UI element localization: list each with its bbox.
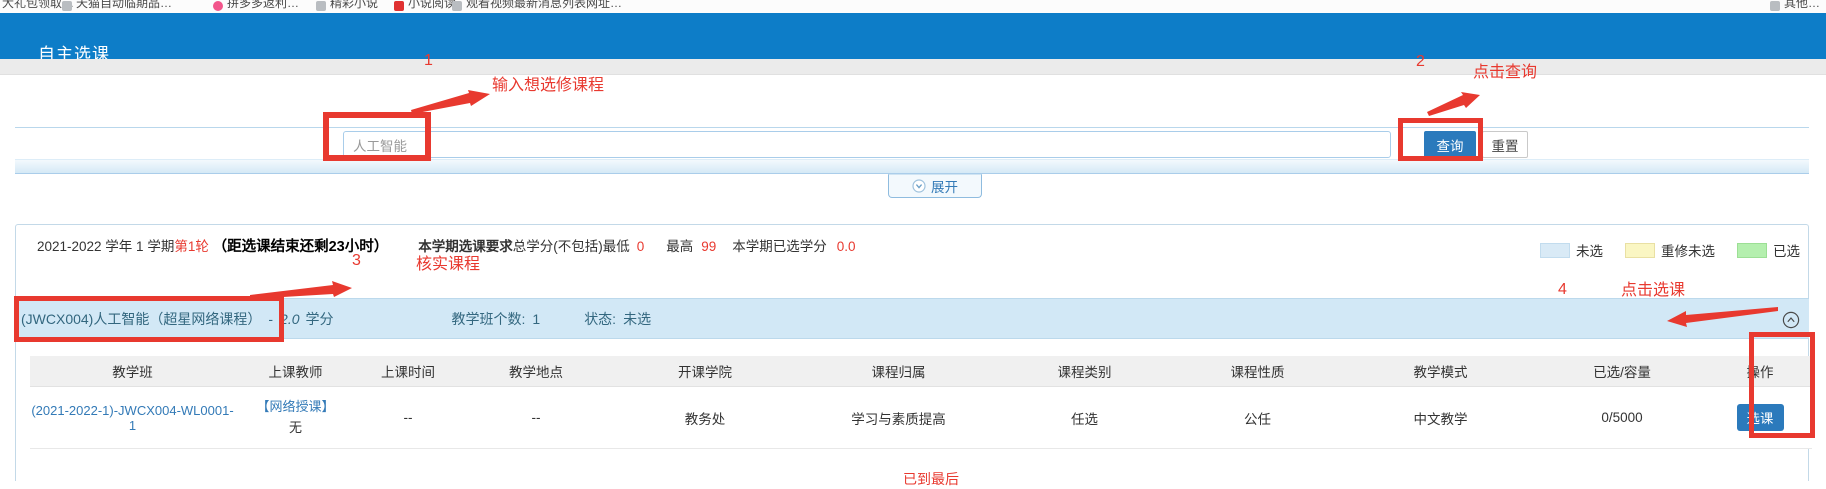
bookmark-favicon-icon [62, 1, 72, 11]
course-nature-cell: 公任 [1170, 408, 1345, 428]
col-header: 教学地点 [460, 361, 612, 381]
table-row: (2021-2022-1)-JWCX004-WL0001-1 【网络授课】 无 … [30, 387, 1812, 449]
annotation-rect-input [323, 112, 431, 161]
legend-selected-label: 已选 [1773, 240, 1800, 260]
col-header: 教学班 [30, 361, 235, 381]
col-header: 已选/容量 [1536, 361, 1708, 381]
bookmark-item[interactable]: 观看视频最新消息列表网址… [466, 0, 622, 11]
max-credit-label: 最高 [666, 239, 693, 254]
class-count-value: 1 [532, 311, 540, 327]
college-cell: 教务处 [612, 408, 798, 428]
course-status-label: 状态: [584, 309, 616, 329]
deadline-text: （距选课结束还剩23小时） [213, 239, 389, 255]
annotation-arrow-1 [411, 90, 490, 114]
legend-selected-swatch [1737, 243, 1767, 258]
course-belong-cell: 学习与素质提高 [798, 408, 999, 428]
class-place-cell: -- [460, 410, 612, 425]
bookmark-favicon-icon [316, 1, 326, 11]
col-header: 开课学院 [612, 361, 798, 381]
teach-mode-cell: 中文教学 [1345, 408, 1536, 428]
bookmark-favicon-icon [452, 1, 462, 11]
annotation-label: 点击查询 [1473, 58, 1537, 82]
course-search-input[interactable] [343, 131, 1391, 158]
chevron-down-circle-icon [912, 179, 926, 193]
course-category-cell: 任选 [999, 408, 1170, 428]
bookmark-item[interactable]: 精彩小说 [330, 0, 378, 11]
expand-toggle[interactable]: 展开 [888, 174, 982, 198]
annotation-label: 输入想选修课程 [492, 71, 604, 95]
annotation-step-number: 3 [352, 252, 361, 270]
annotation-arrow-2 [1427, 92, 1480, 116]
app-header: 自主选课 [0, 13, 1826, 59]
legend-unselected-label: 未选 [1576, 240, 1603, 260]
bookmark-item[interactable]: 拼多多返利… [227, 0, 299, 11]
bookmark-favicon-icon [394, 1, 404, 11]
legend-unselected-swatch [1540, 243, 1570, 258]
annotation-rect-query [1398, 118, 1483, 161]
bookmark-favicon-icon [213, 1, 223, 11]
col-header: 课程归属 [798, 361, 999, 381]
course-selection-page: { "browser": { "bookmarks": [ {"label": … [0, 0, 1826, 481]
selected-credit: 0.0 [837, 239, 856, 254]
col-header: 课程性质 [1170, 361, 1345, 381]
teach-mode-tag: 【网络授课】 [235, 397, 356, 417]
annotation-step-number: 1 [424, 52, 433, 70]
expand-strip [15, 159, 1809, 174]
max-credit: 99 [701, 239, 716, 254]
annotation-step-number: 2 [1416, 53, 1425, 71]
col-header: 教学模式 [1345, 361, 1536, 381]
course-credit-unit: 学分 [306, 309, 334, 329]
class-time-cell: -- [356, 410, 460, 425]
min-credit: 0 [637, 239, 645, 254]
annotation-rect-select [1749, 332, 1815, 438]
status-legend: 未选 重修未选 已选 [1540, 240, 1800, 260]
annotation-label: 点击选课 [1621, 276, 1685, 300]
annotation-rect-course [14, 296, 284, 342]
legend-retake-label: 重修未选 [1661, 240, 1715, 260]
bookmark-item[interactable]: 天猫自动临期品… [76, 0, 172, 11]
class-count-label: 教学班个数: [452, 309, 526, 329]
expand-label: 展开 [931, 176, 958, 196]
requirement-mid: 总学分(不包括)最低 [513, 239, 630, 254]
results-panel: 2021-2022 学年 1 学期第1轮 （距选课结束还剩23小时）本学期选课要… [15, 224, 1809, 481]
teacher-name: 无 [235, 418, 356, 438]
browser-bookmarks-bar: 大礼包领取… 天猫自动临期品… 拼多多返利… 精彩小说 小说阅读 观看视频最新消… [0, 0, 1826, 13]
other-bookmarks-icon [1770, 1, 1780, 11]
table-header-row: 教学班 上课教师 上课时间 教学地点 开课学院 课程归属 课程类别 课程性质 教… [30, 356, 1812, 387]
annotation-label: 核实课程 [416, 250, 480, 274]
bookmark-item[interactable]: 其他… [1784, 0, 1820, 11]
course-status-value: 未选 [623, 309, 651, 329]
course-group-bar: (JWCX004)人工智能（超星网络课程） - 2.0 学分 教学班个数: 1 … [17, 298, 1809, 339]
col-header: 课程类别 [999, 361, 1170, 381]
class-code-link[interactable]: (2021-2022-1)-JWCX004-WL0001-1 [31, 403, 233, 433]
reset-button[interactable]: 重置 [1482, 131, 1528, 158]
header-sub-strip [0, 59, 1826, 75]
bookmark-item[interactable]: 小说阅读 [408, 0, 456, 11]
class-table: 教学班 上课教师 上课时间 教学地点 开课学院 课程归属 课程类别 课程性质 教… [30, 356, 1812, 449]
collapse-chevron-up-icon[interactable] [1782, 311, 1800, 329]
col-header: 上课教师 [235, 361, 356, 381]
annotation-step-number: 4 [1558, 281, 1567, 299]
round-text: 第1轮 [174, 239, 209, 254]
legend-retake-swatch [1625, 243, 1655, 258]
selected-credit-label: 本学期已选学分 [732, 239, 827, 254]
end-of-list-text: 已到最后 [903, 469, 959, 489]
term-text: 2021-2022 学年 1 学期 [37, 239, 174, 254]
col-header: 上课时间 [356, 361, 460, 381]
capacity-cell: 0/5000 [1536, 410, 1708, 425]
